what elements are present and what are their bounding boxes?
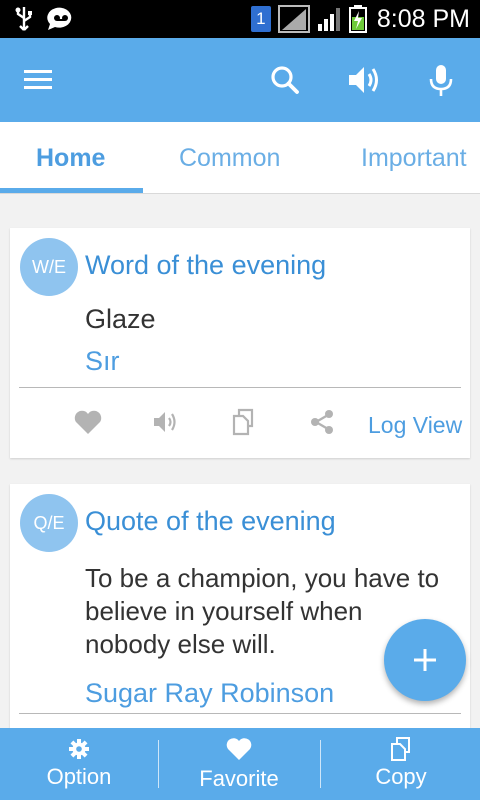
card-divider [19, 387, 461, 388]
sim-slot-badge: 1 [250, 6, 271, 32]
tab-important[interactable]: Important [361, 144, 467, 173]
card-divider [19, 713, 461, 714]
speaker-icon[interactable] [344, 60, 384, 100]
tab-common[interactable]: Common [179, 144, 280, 173]
word-meaning: Sır [85, 346, 120, 376]
plus-icon [414, 649, 436, 671]
bottom-bar-separator [320, 740, 321, 788]
heart-icon [226, 738, 252, 760]
signal-bars-icon [317, 8, 340, 31]
status-time: 8:08 PM [376, 4, 470, 33]
bottom-bar-label: Option [46, 764, 112, 789]
bottom-bar-label: Copy [375, 764, 427, 789]
word-text: Glaze [85, 304, 156, 334]
log-view-link[interactable]: Log View [368, 412, 462, 439]
battery-charging-icon [348, 5, 367, 33]
copy-icon[interactable] [228, 406, 260, 438]
bottom-bar-separator [158, 740, 159, 788]
active-tab-indicator [0, 188, 143, 193]
status-bar: 1 8:08 PM [0, 0, 480, 38]
heart-icon[interactable] [72, 406, 104, 438]
card-title: Quote of the evening [85, 506, 336, 536]
bottom-bar-label: Favorite [199, 766, 279, 791]
menu-icon[interactable] [22, 64, 56, 96]
favorite-button[interactable]: Favorite [160, 728, 318, 800]
search-icon[interactable] [265, 60, 305, 100]
app-bar [0, 38, 480, 122]
tab-home[interactable]: Home [36, 144, 105, 173]
speaker-icon[interactable] [150, 406, 182, 438]
card-title: Word of the evening [85, 250, 327, 280]
bottom-bar: Option Favorite Copy [0, 728, 480, 800]
add-fab-button[interactable] [384, 619, 466, 701]
voicemail-icon [47, 7, 72, 31]
signal-icon [277, 5, 310, 33]
quote-author: Sugar Ray Robinson [85, 678, 335, 708]
quote-badge: Q/E [20, 494, 78, 552]
copy-icon [391, 737, 410, 761]
microphone-icon[interactable] [421, 60, 461, 100]
option-button[interactable]: Option [0, 728, 158, 800]
word-of-evening-card: W/E Word of the evening Glaze Sır Log Vi… [10, 228, 470, 458]
copy-button[interactable]: Copy [322, 728, 480, 800]
share-icon[interactable] [306, 406, 338, 438]
tab-bar: Home Common Important [0, 122, 480, 194]
word-badge: W/E [20, 238, 78, 296]
usb-icon [15, 7, 32, 31]
gear-icon [69, 739, 89, 759]
